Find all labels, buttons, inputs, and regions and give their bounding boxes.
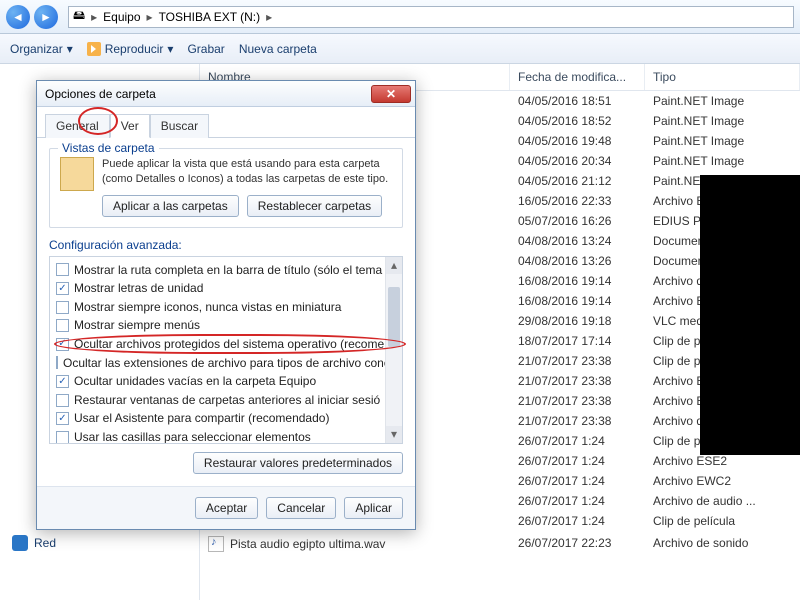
checkbox-label: Restaurar ventanas de carpetas anteriore… (74, 391, 380, 410)
scroll-thumb[interactable] (388, 287, 400, 347)
breadcrumb-drive[interactable]: TOSHIBA EXT (N:) (159, 10, 261, 24)
checkbox-label: Usar el Asistente para compartir (recome… (74, 409, 329, 428)
settings-checkbox-item[interactable]: Restaurar ventanas de carpetas anteriore… (56, 391, 396, 410)
settings-checkbox-item[interactable]: Ocultar unidades vacías en la carpeta Eq… (56, 372, 396, 391)
checkbox-label: Ocultar archivos protegidos del sistema … (74, 335, 384, 354)
checkbox-label: Ocultar unidades vacías en la carpeta Eq… (74, 372, 316, 391)
ok-button[interactable]: Aceptar (195, 497, 258, 519)
checkbox-label: Mostrar siempre menús (74, 316, 200, 335)
new-folder-button[interactable]: Nueva carpeta (239, 42, 317, 56)
settings-checkbox-item[interactable]: Usar las casillas para seleccionar eleme… (56, 428, 396, 444)
burn-menu[interactable]: Grabar (187, 42, 224, 56)
file-icon (208, 536, 224, 552)
breadcrumb-root[interactable]: Equipo (103, 10, 140, 24)
reset-folders-button[interactable]: Restablecer carpetas (247, 195, 382, 217)
checkbox[interactable] (56, 282, 69, 295)
settings-checkbox-item[interactable]: Mostrar letras de unidad (56, 279, 396, 298)
tab-strip: General Ver Buscar (37, 107, 415, 138)
toolbar: Organizar ▾ Reproducir ▾ Grabar Nueva ca… (0, 34, 800, 64)
folder-icon (60, 157, 94, 191)
back-button[interactable]: ◄ (6, 5, 30, 29)
checkbox-label: Usar las casillas para seleccionar eleme… (74, 428, 311, 444)
chevron-right-icon: ▸ (91, 10, 97, 24)
sidebar-item-network[interactable]: Red (10, 532, 189, 554)
checkbox[interactable] (56, 394, 69, 407)
settings-checkbox-item[interactable]: Mostrar la ruta completa en la barra de … (56, 261, 396, 280)
cancel-button[interactable]: Cancelar (266, 497, 336, 519)
dialog-title: Opciones de carpeta (45, 87, 156, 101)
column-type[interactable]: Tipo (645, 64, 800, 90)
advanced-label: Configuración avanzada: (49, 238, 403, 252)
breadcrumb[interactable]: 🖴 ▸ Equipo ▸ TOSHIBA EXT (N:) ▸ (68, 6, 794, 28)
apply-button[interactable]: Aplicar (344, 497, 403, 519)
checkbox[interactable] (56, 301, 69, 314)
table-row[interactable]: Pista audio egipto ultima.wav26/07/2017 … (200, 533, 800, 555)
chevron-right-icon: ▸ (266, 10, 272, 24)
close-button[interactable]: ✕ (371, 85, 411, 103)
checkbox[interactable] (56, 412, 69, 425)
checkbox[interactable] (56, 338, 69, 351)
folder-views-group: Vistas de carpeta Puede aplicar la vista… (49, 148, 403, 228)
scroll-up-button[interactable]: ▴ (386, 257, 402, 274)
sidebar-item-label: Red (34, 536, 56, 550)
scrollbar[interactable]: ▴ ▾ (385, 257, 402, 443)
checkbox-label: Mostrar letras de unidad (74, 279, 203, 298)
apply-to-folders-button[interactable]: Aplicar a las carpetas (102, 195, 239, 217)
forward-button[interactable]: ► (34, 5, 58, 29)
checkbox-label: Mostrar la ruta completa en la barra de … (74, 261, 382, 280)
dialog-titlebar[interactable]: Opciones de carpeta ✕ (37, 81, 415, 107)
checkbox[interactable] (56, 263, 69, 276)
network-icon (12, 535, 28, 551)
tab-general[interactable]: General (45, 114, 110, 138)
group-title: Vistas de carpeta (58, 141, 159, 155)
play-menu[interactable]: Reproducir ▾ (87, 42, 174, 56)
group-description: Puede aplicar la vista que está usando p… (102, 157, 392, 187)
checkbox-label: Ocultar las extensiones de archivo para … (63, 354, 403, 373)
checkbox[interactable] (56, 375, 69, 388)
chevron-right-icon: ▸ (147, 10, 153, 24)
organize-menu[interactable]: Organizar ▾ (10, 42, 73, 56)
advanced-settings-list[interactable]: Mostrar la ruta completa en la barra de … (49, 256, 403, 444)
preview-pane (700, 175, 800, 455)
settings-checkbox-item[interactable]: Usar el Asistente para compartir (recome… (56, 409, 396, 428)
checkbox-label: Mostrar siempre iconos, nunca vistas en … (74, 298, 341, 317)
settings-checkbox-item[interactable]: Ocultar archivos protegidos del sistema … (56, 335, 396, 354)
checkbox[interactable] (56, 319, 69, 332)
play-icon (87, 42, 101, 56)
drive-icon: 🖴 (73, 6, 85, 27)
settings-checkbox-item[interactable]: Ocultar las extensiones de archivo para … (56, 354, 396, 373)
settings-checkbox-item[interactable]: Mostrar siempre menús (56, 316, 396, 335)
column-date[interactable]: Fecha de modifica... (510, 64, 645, 90)
nav-bar: ◄ ► 🖴 ▸ Equipo ▸ TOSHIBA EXT (N:) ▸ (0, 0, 800, 34)
checkbox[interactable] (56, 356, 58, 369)
tab-search[interactable]: Buscar (150, 114, 209, 138)
tab-view[interactable]: Ver (110, 114, 150, 138)
restore-defaults-button[interactable]: Restaurar valores predeterminados (193, 452, 403, 474)
settings-checkbox-item[interactable]: Mostrar siempre iconos, nunca vistas en … (56, 298, 396, 317)
folder-options-dialog: Opciones de carpeta ✕ General Ver Buscar… (36, 80, 416, 530)
dialog-buttons: Aceptar Cancelar Aplicar (37, 486, 415, 529)
checkbox[interactable] (56, 431, 69, 444)
scroll-down-button[interactable]: ▾ (386, 426, 402, 443)
